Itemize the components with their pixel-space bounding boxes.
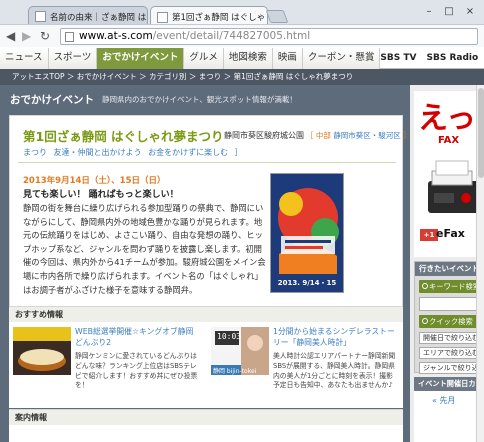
event-title: 第1回ざぁ静岡 はぐしゃれ夢まつり	[23, 129, 224, 144]
divider	[18, 162, 396, 163]
event-search-box: 行きたいイベントを探す キーワード検索 クイック検索 開催日で絞り込む エリアで…	[414, 261, 484, 374]
sbs-logos: SBS TV SBS Radio	[380, 48, 484, 68]
tab-title: 第1回ざぁ静岡 はぐしゃ	[172, 13, 266, 23]
event-date: 2013年9月14日（土）、15日（日）	[23, 176, 166, 186]
donburi-thumb-art	[13, 327, 71, 375]
right-sidebar: えっ FAX +1 eFax 行きたいイベントを探す キーワード検索 クイック検…	[410, 85, 484, 442]
poster-caption: 2013. 9/14・15	[277, 279, 337, 287]
tag-free-fun[interactable]: お金をかけずに楽しむ	[148, 148, 228, 157]
recommend-item[interactable]: WEB総選挙開催☆キングオブ静岡どんぶり2 静岡ケンミンに愛されているどんぶりは…	[9, 327, 199, 407]
event-description: 静岡の街を舞台に繰り広げられる参加型踊りの祭典で、静岡にいながらにして、静岡県内…	[23, 203, 266, 295]
recommend-thumb[interactable]: 10:03 静岡 bijin-tokei	[211, 327, 269, 375]
nav-news[interactable]: ニュース	[0, 48, 49, 69]
region-link[interactable]: 静岡市葵区・駿河区	[333, 131, 401, 140]
sbs-radio-logo[interactable]: SBS Radio	[426, 53, 478, 63]
calendar-heading: イベント開催日カレンダー	[414, 377, 484, 391]
omnibar: ◀ ▶ ↻ www.at-s.com/event/detail/74482700…	[0, 24, 484, 47]
vertical-scrollbar[interactable]	[476, 85, 484, 442]
event-tags: まつり 友達・仲間と出かけよう お金をかけずに楽しむ ］	[23, 147, 247, 158]
filter-by-area[interactable]: エリアで絞り込む	[419, 347, 479, 359]
section-title: おでかけイベント	[10, 93, 94, 106]
main-panel: 第1回ざぁ静岡 はぐしゃれ夢まつり 静岡市葵区駿府城公園 ［ 中部 静岡市葵区・…	[0, 113, 411, 442]
forward-arrow-icon[interactable]: ▶	[22, 29, 31, 43]
info-heading: 案内情報	[9, 409, 403, 425]
region-open: ［ 中部	[306, 131, 334, 140]
ad-brand: eFax	[436, 227, 465, 240]
keyword-search-label[interactable]: キーワード検索	[419, 280, 479, 293]
recommend-title[interactable]: 1分間から始まるシンデレラストーリー「静岡美人時計」	[273, 327, 397, 348]
sbs-tv-logo[interactable]: SBS TV	[380, 53, 416, 63]
thumb-label: 静岡 bijin-tokei	[213, 368, 257, 375]
recommend-list: WEB総選挙開催☆キングオブ静岡どんぶり2 静岡ケンミンに愛されているどんぶりは…	[9, 322, 403, 408]
url-path: /event/detail/744827005.html	[152, 30, 311, 42]
filter-by-date[interactable]: 開催日で絞り込む	[419, 332, 479, 344]
minimize-button[interactable]: –	[420, 5, 438, 19]
calendar-prev-month[interactable]: « 先月	[432, 395, 455, 406]
nav-gourmet[interactable]: グルメ	[184, 48, 224, 69]
reload-icon[interactable]: ↻	[40, 29, 50, 43]
favicon-icon	[35, 11, 46, 22]
section-subtitle: 静岡県内のおでかけイベント、観光スポット情報が満載！	[102, 94, 297, 104]
tab-name-origin[interactable]: 名前の由来｜ざぁ静岡 は ×	[28, 6, 148, 26]
event-poster-image[interactable]: 2013. 9/14・15	[270, 173, 344, 293]
recommend-item[interactable]: 10:03 静岡 bijin-tokei 1分間から始まるシンデレラストーリー「…	[207, 327, 397, 407]
ad-headline: えっ	[418, 101, 476, 136]
tab-title: 名前の由来｜ざぁ静岡 は	[50, 12, 147, 23]
event-catchline: 見ても楽しい！ 踊ればもっと楽しい！	[23, 190, 179, 200]
event-region: ［ 中部 静岡市葵区・駿河区 ］	[306, 130, 411, 141]
nav-sports[interactable]: スポーツ	[48, 48, 98, 69]
tag-matsuri[interactable]: まつり	[23, 148, 47, 157]
nav-map-search[interactable]: 地図検索	[223, 48, 273, 69]
efax-ad[interactable]: えっ FAX +1 eFax	[414, 91, 484, 257]
event-venue: 静岡市葵区駿府城公園	[224, 131, 304, 140]
favicon-icon	[157, 11, 168, 23]
close-window-button[interactable]: ×	[460, 5, 480, 19]
event-calendar: « 先月	[414, 391, 484, 442]
poster-art	[271, 174, 343, 292]
tab-strip: 名前の由来｜ざぁ静岡 は × 第1回ざぁ静岡 はぐしゃ × – □ ×	[0, 2, 484, 27]
site-nav: ニュース スポーツ おでかけイベント グルメ 地図検索 映画 クーポン・懸賞 S…	[0, 48, 484, 69]
recommend-thumb[interactable]	[13, 327, 71, 375]
browser-chrome: 名前の由来｜ざぁ静岡 は × 第1回ざぁ静岡 はぐしゃ × – □ × ◀ ▶ …	[0, 0, 484, 47]
tag-friends[interactable]: 友達・仲間と出かけよう	[54, 148, 142, 157]
recommend-title[interactable]: WEB総選挙開催☆キングオブ静岡どんぶり2	[75, 327, 199, 348]
keyword-search-input[interactable]	[419, 297, 479, 311]
fax-machine-icon	[428, 160, 480, 213]
back-arrow-icon[interactable]: ◀	[6, 29, 15, 43]
ad-subhead: FAX	[438, 135, 460, 146]
info-area	[9, 425, 403, 442]
nav-events[interactable]: おでかけイベント	[97, 48, 185, 69]
new-tab-button[interactable]	[265, 10, 289, 23]
tab-close-icon[interactable]: ×	[146, 12, 147, 22]
nav-movies[interactable]: 映画	[272, 48, 303, 69]
maximize-button[interactable]: □	[440, 5, 458, 19]
thumb-time: 10:03	[217, 332, 242, 341]
breadcrumb[interactable]: アットエスTOP ＞ おでかけイベント ＞ カテゴリ別 ＞ まつり ＞ 第1回ざ…	[0, 69, 484, 85]
tag-close-bracket: ］	[234, 148, 243, 157]
search-box-heading: 行きたいイベントを探す	[415, 262, 483, 276]
section-header: おでかけイベント 静岡県内のおでかけイベント、観光スポット情報が満載！	[0, 85, 410, 113]
url-host: www.at-s.com	[79, 30, 153, 42]
nav-coupons[interactable]: クーポン・懸賞	[302, 48, 381, 69]
recommend-heading: おすすめ情報	[9, 306, 403, 322]
event-card: 第1回ざぁ静岡 はぐしゃれ夢まつり 静岡市葵区駿府城公園 ［ 中部 静岡市葵区・…	[9, 115, 411, 317]
page-icon	[65, 32, 74, 42]
filter-by-genre[interactable]: ジャンルで絞り込む	[419, 362, 479, 374]
address-bar[interactable]: www.at-s.com/event/detail/744827005.html	[60, 28, 478, 45]
recommend-desc: 静岡ケンミンに愛されているどんぶりはどんな味？ランキング上位店はSBSテレビで紹…	[75, 352, 198, 390]
recommend-desc: 美人時計公認エリアパートナー静岡新聞SBSが展開する、静岡美人時計。静岡県内の美…	[273, 352, 396, 390]
quick-search-label[interactable]: クイック検索	[419, 315, 479, 328]
scrollbar-thumb[interactable]	[478, 88, 484, 178]
